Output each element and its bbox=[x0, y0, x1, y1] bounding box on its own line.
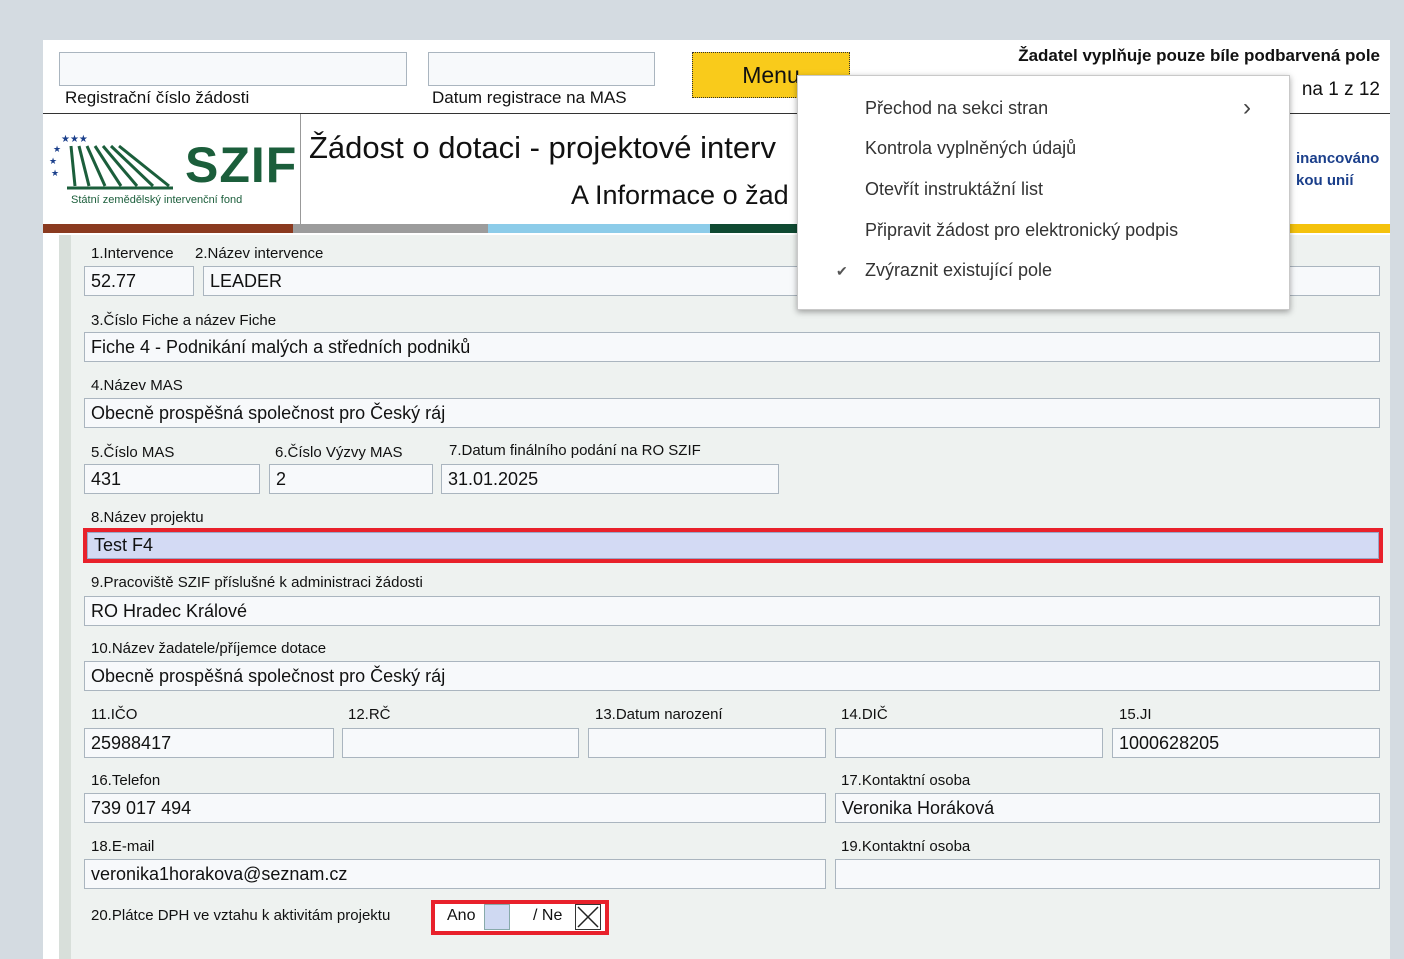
szif-logo: ★★★ ★ ★ ★ SZIF Státní zemědělský interve… bbox=[43, 114, 301, 224]
menu-dropdown: Přechod na sekci stran › Kontrola vyplně… bbox=[797, 75, 1290, 310]
form-title: Žádost o dotaci - projektové interv bbox=[309, 130, 776, 165]
label-ji: 15.JI bbox=[1119, 706, 1152, 723]
label-contact-person: 17.Kontaktní osoba bbox=[841, 772, 971, 789]
label-intervention: 1.Intervence bbox=[91, 245, 174, 262]
chevron-right-icon: › bbox=[1243, 94, 1251, 121]
label-contact-person-2: 19.Kontaktní osoba bbox=[841, 838, 971, 855]
label-birth-date: 13.Datum narození bbox=[595, 706, 723, 723]
eu-funding-line2: kou unií bbox=[1296, 172, 1354, 189]
registration-number-label: Registrační číslo žádosti bbox=[65, 88, 250, 107]
call-number-field[interactable]: 2 bbox=[269, 464, 433, 494]
label-mas-number: 5.Číslo MAS bbox=[91, 444, 175, 461]
fiche-field[interactable]: Fiche 4 - Podnikání malých a středních p… bbox=[84, 332, 1380, 362]
instruction-text: Žadatel vyplňuje pouze bíle podbarvená p… bbox=[1018, 46, 1380, 65]
svg-text:★★★: ★★★ bbox=[61, 134, 88, 145]
section-title: A Informace o žad bbox=[571, 180, 789, 210]
menu-item-go-to-section[interactable]: Přechod na sekci stran bbox=[865, 98, 1048, 119]
ji-field[interactable]: 1000628205 bbox=[1112, 728, 1380, 758]
dic-field[interactable] bbox=[835, 728, 1103, 758]
form-left-bar bbox=[59, 235, 71, 959]
vat-no-checkbox[interactable] bbox=[575, 904, 601, 930]
label-rc: 12.RČ bbox=[348, 706, 391, 723]
page-info: na 1 z 12 bbox=[1301, 79, 1380, 100]
phone-field[interactable]: 739 017 494 bbox=[84, 793, 826, 823]
label-szif-office: 9.Pracoviště SZIF příslušné k administra… bbox=[91, 574, 423, 591]
email-field[interactable]: veronika1horakova@seznam.cz bbox=[84, 859, 826, 889]
vat-no-label: / Ne bbox=[533, 907, 563, 924]
mas-number-field[interactable]: 431 bbox=[84, 464, 260, 494]
label-phone: 16.Telefon bbox=[91, 772, 161, 789]
logo-wordmark: SZIF bbox=[185, 137, 298, 193]
ico-field[interactable]: 25988417 bbox=[84, 728, 334, 758]
rc-field[interactable] bbox=[342, 728, 579, 758]
label-email: 18.E-mail bbox=[91, 838, 155, 855]
contact-person-field[interactable]: Veronika Horáková bbox=[835, 793, 1380, 823]
label-call-number: 6.Číslo Výzvy MAS bbox=[275, 444, 403, 461]
label-fiche: 3.Číslo Fiche a název Fiche bbox=[91, 312, 277, 329]
logo-subtitle: Státní zemědělský intervenční fond bbox=[71, 194, 243, 206]
eu-funding-line1: inancováno bbox=[1296, 150, 1380, 167]
vat-yes-checkbox[interactable] bbox=[484, 904, 510, 930]
label-ico: 11.IČO bbox=[91, 706, 138, 723]
registration-date-field[interactable] bbox=[428, 52, 655, 86]
applicant-name-field[interactable]: Obecně prospěšná společnost pro Český rá… bbox=[84, 661, 1380, 691]
szif-office-field[interactable]: RO Hradec Králové bbox=[84, 596, 1380, 626]
menu-item-prepare-signature[interactable]: Připravit žádost pro elektronický podpis bbox=[865, 220, 1178, 241]
final-date-field[interactable]: 31.01.2025 bbox=[441, 464, 779, 494]
project-name-field[interactable]: Test F4 bbox=[87, 532, 1379, 559]
menu-item-highlight-fields[interactable]: Zvýraznit existující pole bbox=[865, 260, 1052, 281]
menu-item-open-instructions[interactable]: Otevřít instruktážní list bbox=[865, 179, 1043, 200]
registration-number-field[interactable] bbox=[59, 52, 407, 86]
contact-person-2-field[interactable] bbox=[835, 859, 1380, 889]
registration-date-label: Datum registrace na MAS bbox=[432, 88, 627, 107]
svg-text:★: ★ bbox=[53, 145, 61, 155]
label-project-name: 8.Název projektu bbox=[91, 509, 204, 526]
label-mas-name: 4.Název MAS bbox=[91, 377, 183, 394]
label-applicant-name: 10.Název žadatele/příjemce dotace bbox=[91, 640, 327, 657]
birth-date-field[interactable] bbox=[588, 728, 826, 758]
menu-item-check-data[interactable]: Kontrola vyplněných údajů bbox=[865, 138, 1076, 159]
svg-text:★: ★ bbox=[51, 169, 59, 179]
svg-text:★: ★ bbox=[49, 157, 57, 167]
check-mark-icon: ✔ bbox=[836, 263, 848, 279]
mas-name-field[interactable]: Obecně prospěšná společnost pro Český rá… bbox=[84, 398, 1380, 428]
intervention-field[interactable]: 52.77 bbox=[84, 266, 194, 296]
label-final-date: 7.Datum finálního podání na RO SZIF bbox=[449, 442, 701, 459]
label-vat-payer: 20.Plátce DPH ve vztahu k aktivitám proj… bbox=[91, 907, 391, 924]
cross-mark-icon bbox=[577, 906, 599, 928]
vat-yes-label: Ano bbox=[447, 907, 476, 924]
label-dic: 14.DIČ bbox=[841, 706, 888, 723]
label-intervention-name: 2.Název intervence bbox=[195, 245, 324, 262]
